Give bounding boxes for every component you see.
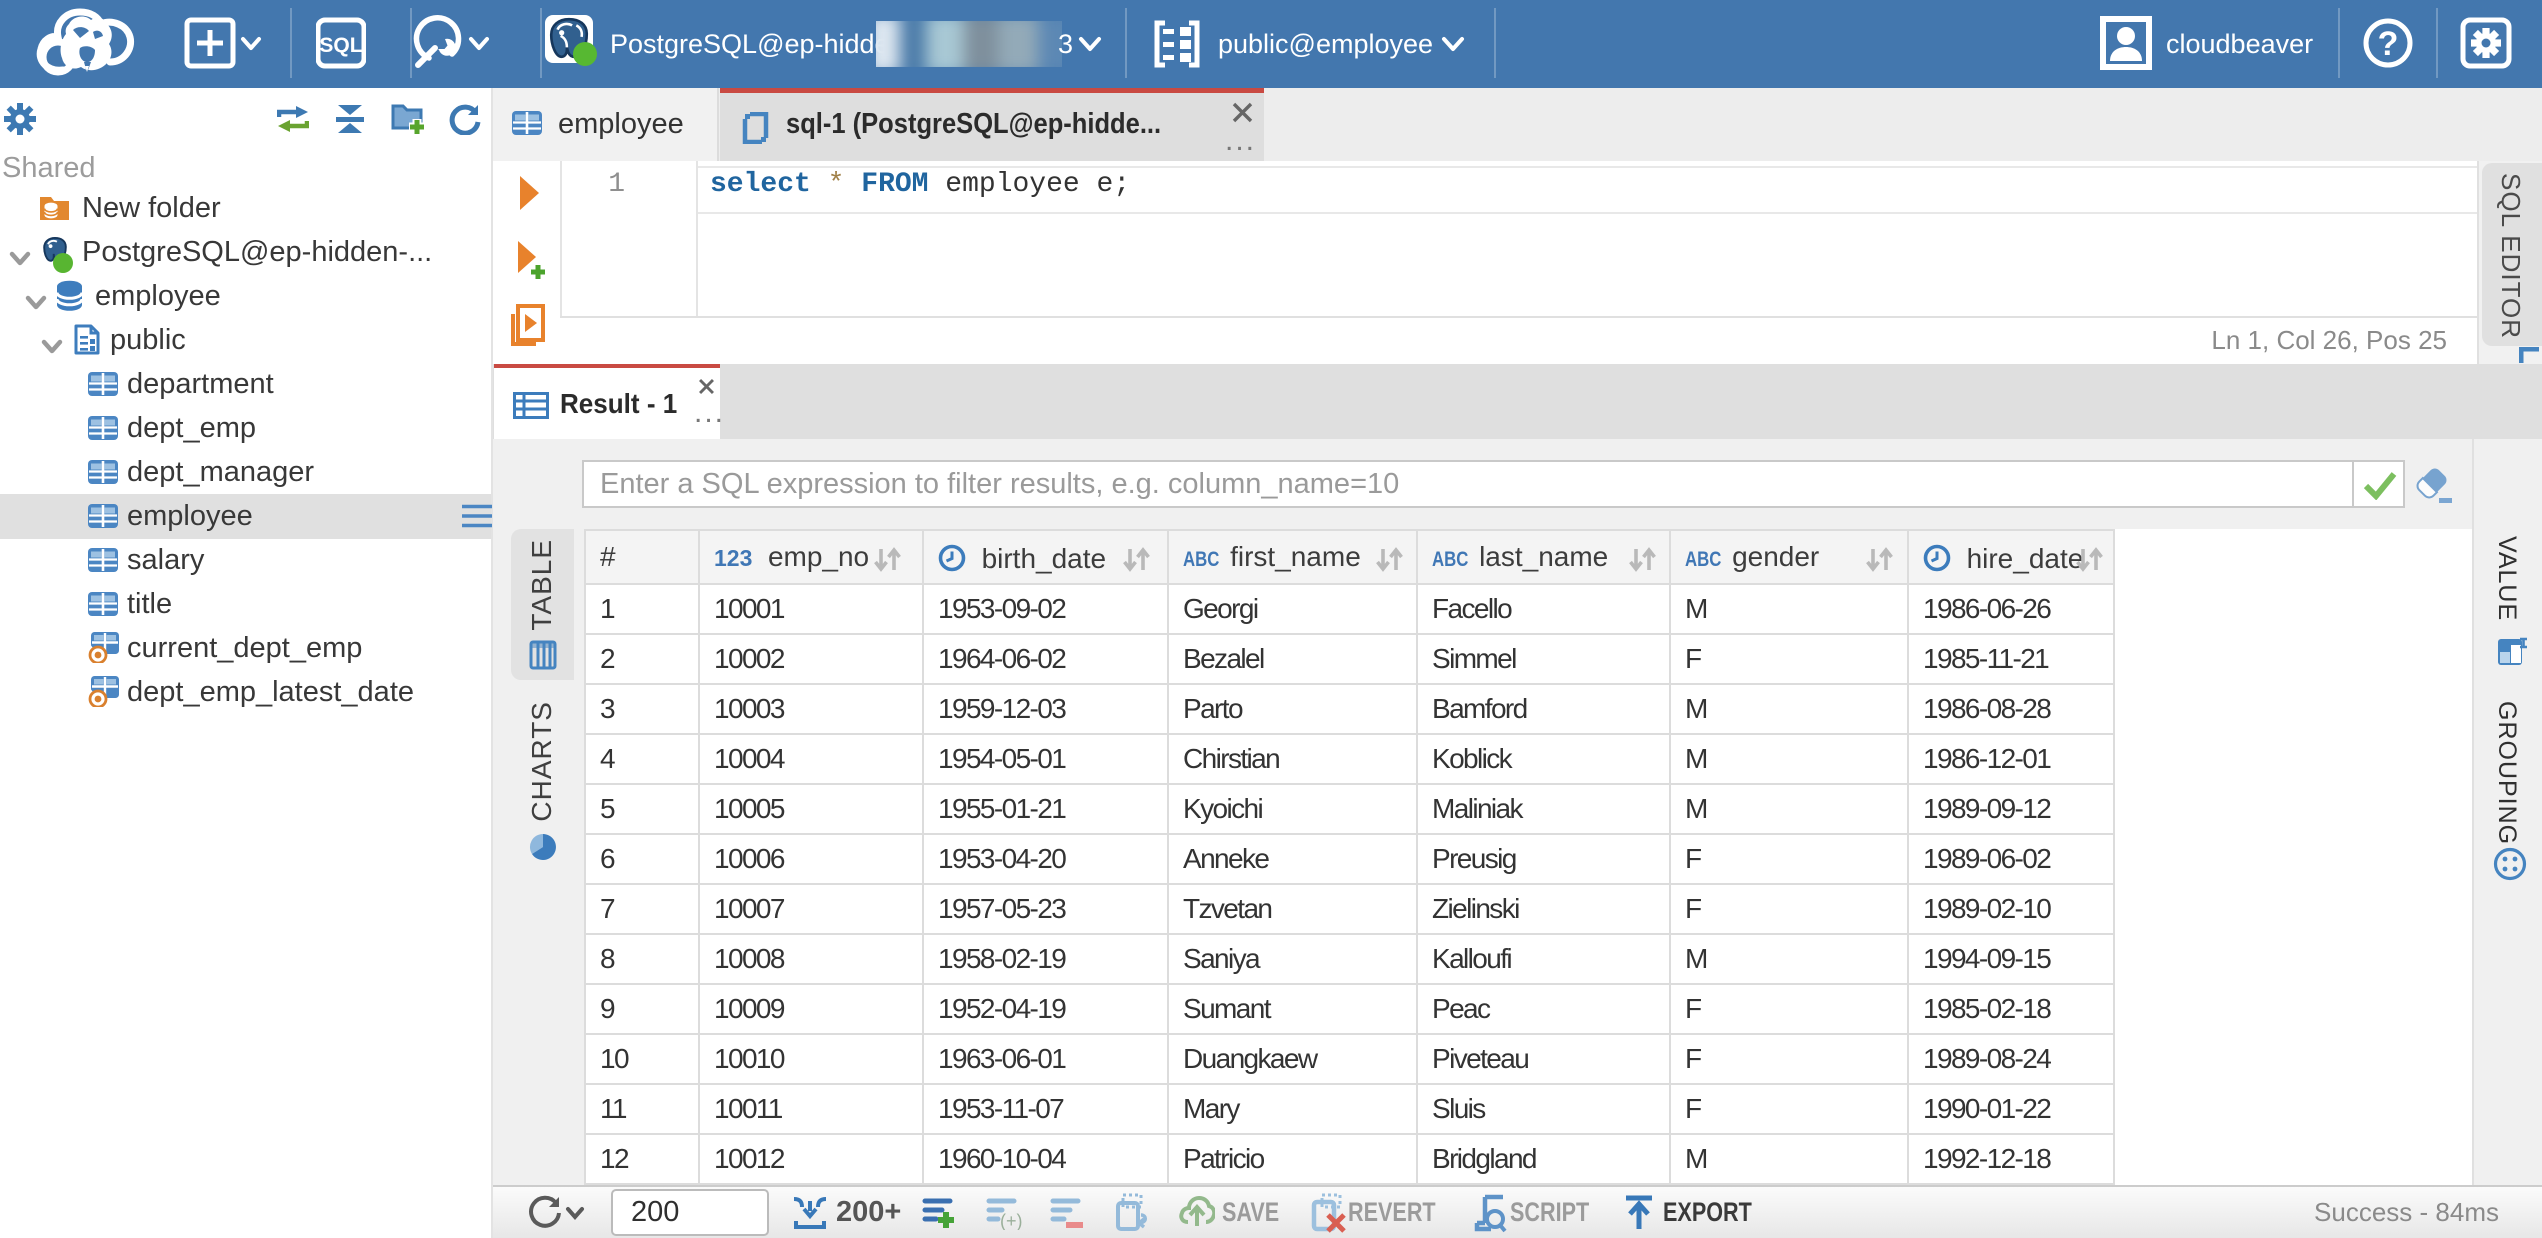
svg-text:?: ? <box>2378 25 2399 63</box>
svg-text:(+): (+) <box>1000 1211 1022 1230</box>
svg-text:SQL: SQL <box>319 34 362 57</box>
